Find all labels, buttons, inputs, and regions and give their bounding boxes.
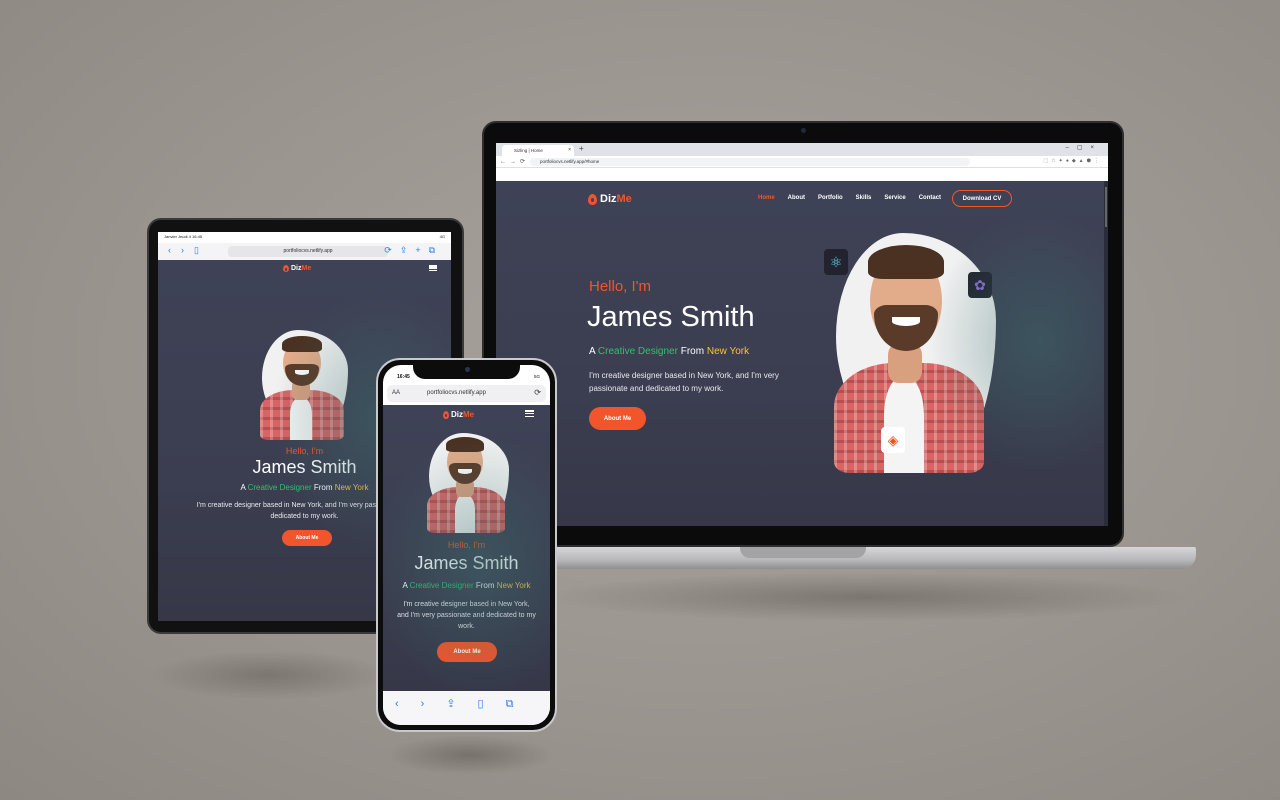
- phone-logo[interactable]: Diz Me: [443, 410, 474, 419]
- browser-tab-bar: Sizling | Home × + –▢×: [496, 143, 1108, 156]
- hero-name: James Smith: [587, 301, 755, 333]
- tablet-status-signal: 4G: [439, 234, 445, 239]
- url-field[interactable]: portfoliocvs.netlify.app/#home: [530, 158, 970, 166]
- redux-icon: ✿: [968, 272, 992, 298]
- tablet-share-icons[interactable]: ⟳⇪+⧉: [384, 245, 443, 256]
- nav-arrows-icon[interactable]: ←→⟳: [500, 158, 529, 165]
- phone-url-text[interactable]: portfoliocvs.netlify.app: [427, 390, 486, 396]
- city-text: New York: [706, 346, 750, 357]
- phone-camera: [465, 367, 470, 372]
- menu-icon[interactable]: [525, 410, 534, 417]
- phone-screen: 16:45 5G AA portfoliocvs.netlify.app ⟳ D…: [383, 365, 550, 725]
- nav-skills[interactable]: Skills: [856, 195, 872, 201]
- reload-icon[interactable]: ⟳: [534, 388, 541, 397]
- tablet-url-field[interactable]: portfoliocvs.netlify.app: [228, 246, 388, 257]
- phone-hero-name: James Smith: [414, 553, 519, 573]
- phone-portrait: [423, 433, 513, 533]
- phone-hero-hello: Hello, I'm: [447, 540, 486, 550]
- nav-about[interactable]: About: [788, 195, 805, 201]
- main-nav: Home About Portfolio Skills Service Cont…: [758, 195, 941, 201]
- logo-text-a: Diz: [600, 193, 617, 205]
- phone-hero-tagline: A Creative Designer From New York: [402, 581, 531, 590]
- text-size-button[interactable]: AA: [392, 390, 400, 396]
- extensions-icons[interactable]: ⬚☆✦●◆▲⬢⋮: [1043, 158, 1102, 164]
- close-icon[interactable]: ×: [568, 147, 571, 153]
- phone-status-time: 16:45: [397, 374, 410, 380]
- tablet-logo[interactable]: Diz Me: [283, 265, 311, 272]
- phone-status-signal: 5G: [533, 374, 540, 379]
- download-cv-button[interactable]: Download CV: [952, 190, 1012, 207]
- flame-icon: [283, 265, 289, 272]
- flame-icon: [588, 193, 597, 205]
- tablet-url-text: portfoliocvs.netlify.app: [283, 248, 333, 254]
- laptop-browser: Sizling | Home × + –▢× ←→⟳ portfoliocvs.…: [496, 143, 1108, 526]
- hero-tagline: A Creative Designer From New York: [589, 346, 750, 357]
- laptop-notch: [740, 547, 866, 558]
- tablet-shadow: [150, 650, 390, 700]
- browser-tab[interactable]: Sizling | Home ×: [502, 145, 574, 156]
- flame-icon: [443, 410, 449, 419]
- address-bar: ←→⟳ portfoliocvs.netlify.app/#home ⬚☆✦●◆…: [496, 156, 1108, 168]
- window-controls[interactable]: –▢×: [1065, 144, 1102, 151]
- role-text: Creative Designer: [597, 346, 678, 357]
- scrollbar[interactable]: [1104, 181, 1108, 526]
- phone-hero-description: I'm creative designer based in New York,…: [397, 601, 536, 630]
- logo-text-b: Me: [616, 193, 632, 205]
- laptop-shadow: [540, 572, 1190, 622]
- phone-about-me-button[interactable]: About Me: [437, 642, 497, 662]
- tablet-browser-bar: ‹›▯ portfoliocvs.netlify.app ⟳⇪+⧉: [158, 243, 451, 260]
- menu-icon[interactable]: [429, 265, 437, 271]
- phone-toolbar-icons[interactable]: ‹›⇪▯⧉: [395, 697, 535, 711]
- tab-title: Sizling | Home: [514, 148, 543, 153]
- figma-icon: ◈: [881, 427, 905, 453]
- laptop-camera: [801, 128, 806, 133]
- phone-site: Diz Me Hello, I'm James Smith A Creative …: [383, 405, 550, 691]
- tablet-portrait: [258, 330, 353, 440]
- nav-service[interactable]: Service: [884, 195, 905, 201]
- url-text: portfoliocvs.netlify.app/#home: [540, 159, 600, 164]
- react-icon: ⚛: [824, 249, 848, 275]
- phone-browser-bar: AA portfoliocvs.netlify.app ⟳: [387, 385, 546, 402]
- hero-portrait: [826, 233, 1006, 473]
- nav-contact[interactable]: Contact: [919, 195, 941, 201]
- laptop-site: Diz Me Home About Portfolio Skills Servic…: [496, 181, 1108, 526]
- tablet-nav-icons[interactable]: ‹›▯: [168, 245, 209, 256]
- phone-toolbar: ‹›⇪▯⧉: [383, 691, 550, 725]
- hero-hello: Hello, I'm: [589, 278, 652, 295]
- hero-description: I'm creative designer based in New York,…: [589, 371, 779, 393]
- tablet-about-me-button[interactable]: About Me: [282, 530, 332, 546]
- new-tab-icon[interactable]: +: [579, 144, 584, 153]
- tablet-status-time: Janvier Jeudi 4 16:45: [164, 234, 203, 239]
- nav-portfolio[interactable]: Portfolio: [818, 195, 843, 201]
- phone-shadow: [385, 735, 555, 775]
- site-logo[interactable]: Diz Me: [588, 193, 632, 205]
- nav-home[interactable]: Home: [758, 195, 775, 201]
- about-me-button[interactable]: About Me: [589, 407, 646, 430]
